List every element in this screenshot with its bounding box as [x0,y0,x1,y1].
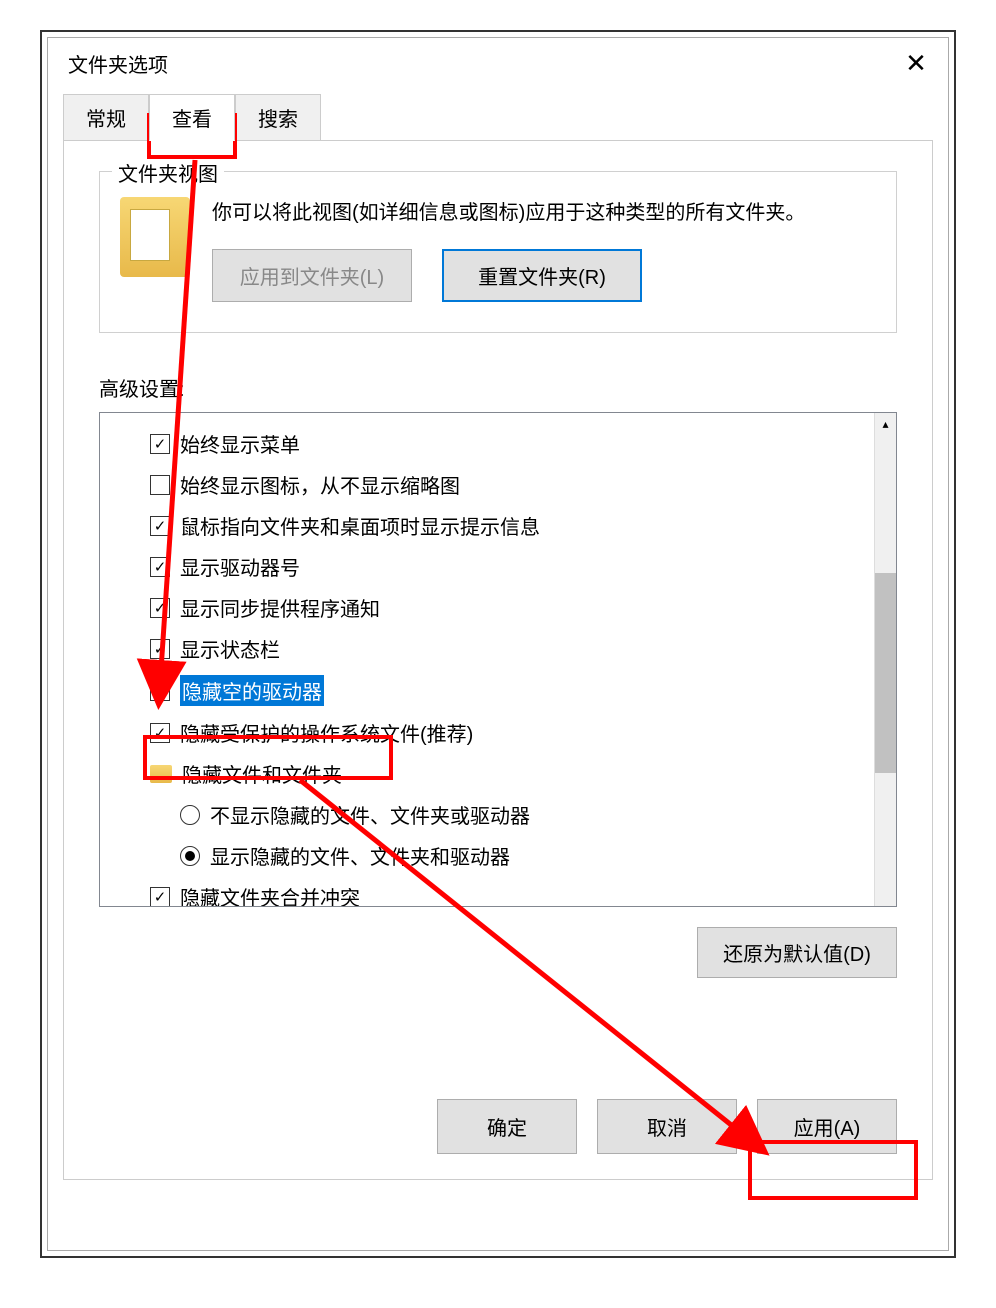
advanced-settings-label: 高级设置: [99,373,897,402]
tree-item-5[interactable]: 显示状态栏 [100,628,896,669]
checkbox-icon[interactable] [150,887,170,907]
folder-small-icon [150,765,172,783]
checkbox-icon[interactable] [150,557,170,577]
tree-item-label: 隐藏文件夹合并冲突 [180,882,360,907]
tree-item-label: 不显示隐藏的文件、文件夹或驱动器 [210,800,530,829]
apply-button[interactable]: 应用(A) [757,1099,897,1154]
tree-item-label: 隐藏文件和文件夹 [182,759,342,788]
ok-button[interactable]: 确定 [437,1099,577,1154]
checkbox-icon[interactable] [150,475,170,495]
tree-item-label: 始终显示菜单 [180,429,300,458]
checkbox-icon[interactable] [150,434,170,454]
folder-options-dialog: 文件夹选项 ✕ 常规 查看 搜索 文件夹视图 你可以将此视图(如详细信息或图标)… [47,37,949,1251]
radio-icon[interactable] [180,805,200,825]
tree-item-10[interactable]: 显示隐藏的文件、文件夹和驱动器 [100,835,896,876]
tree-item-4[interactable]: 显示同步提供程序通知 [100,587,896,628]
dialog-title: 文件夹选项 [68,49,168,78]
tab-view[interactable]: 查看 [149,94,235,141]
folder-icon [120,197,190,277]
tree-item-label: 始终显示图标，从不显示缩略图 [180,470,460,499]
checkbox-icon[interactable] [150,723,170,743]
tree-item-label: 隐藏空的驱动器 [180,675,324,706]
tree-item-8[interactable]: 隐藏文件和文件夹 [100,753,896,794]
tree-item-1[interactable]: 始终显示图标，从不显示缩略图 [100,464,896,505]
tree-item-label: 显示状态栏 [180,634,280,663]
tree-item-label: 显示驱动器号 [180,552,300,581]
tab-strip: 常规 查看 搜索 [63,94,933,141]
checkbox-icon[interactable] [150,681,170,701]
restore-defaults-button[interactable]: 还原为默认值(D) [697,927,897,978]
checkbox-icon[interactable] [150,598,170,618]
radio-icon[interactable] [180,846,200,866]
tree-item-label: 鼠标指向文件夹和桌面项时显示提示信息 [180,511,540,540]
titlebar: 文件夹选项 ✕ [48,38,948,88]
folder-view-legend: 文件夹视图 [112,158,224,187]
advanced-settings-tree[interactable]: 始终显示菜单始终显示图标，从不显示缩略图鼠标指向文件夹和桌面项时显示提示信息显示… [99,412,897,907]
tree-item-0[interactable]: 始终显示菜单 [100,423,896,464]
scroll-thumb[interactable] [875,573,896,773]
tab-general[interactable]: 常规 [63,94,149,141]
scroll-up-arrow[interactable]: ▴ [875,413,896,435]
tree-item-2[interactable]: 鼠标指向文件夹和桌面项时显示提示信息 [100,505,896,546]
tree-item-11[interactable]: 隐藏文件夹合并冲突 [100,876,896,907]
tree-item-6[interactable]: 隐藏空的驱动器 [100,669,896,712]
apply-to-folders-button[interactable]: 应用到文件夹(L) [212,249,412,302]
checkbox-icon[interactable] [150,639,170,659]
tree-item-label: 隐藏受保护的操作系统文件(推荐) [180,718,473,747]
tab-search[interactable]: 搜索 [235,94,321,141]
tree-item-7[interactable]: 隐藏受保护的操作系统文件(推荐) [100,712,896,753]
cancel-button[interactable]: 取消 [597,1099,737,1154]
folder-view-description: 你可以将此视图(如详细信息或图标)应用于这种类型的所有文件夹。 [212,197,876,229]
tree-item-label: 显示同步提供程序通知 [180,593,380,622]
checkbox-icon[interactable] [150,516,170,536]
tree-item-3[interactable]: 显示驱动器号 [100,546,896,587]
close-button[interactable]: ✕ [896,43,936,83]
tab-content: 文件夹视图 你可以将此视图(如详细信息或图标)应用于这种类型的所有文件夹。 应用… [63,140,933,1180]
folder-view-fieldset: 文件夹视图 你可以将此视图(如详细信息或图标)应用于这种类型的所有文件夹。 应用… [99,171,897,333]
scrollbar[interactable]: ▴ [874,413,896,906]
reset-folders-button[interactable]: 重置文件夹(R) [442,249,642,302]
tree-item-9[interactable]: 不显示隐藏的文件、文件夹或驱动器 [100,794,896,835]
tree-item-label: 显示隐藏的文件、文件夹和驱动器 [210,841,510,870]
